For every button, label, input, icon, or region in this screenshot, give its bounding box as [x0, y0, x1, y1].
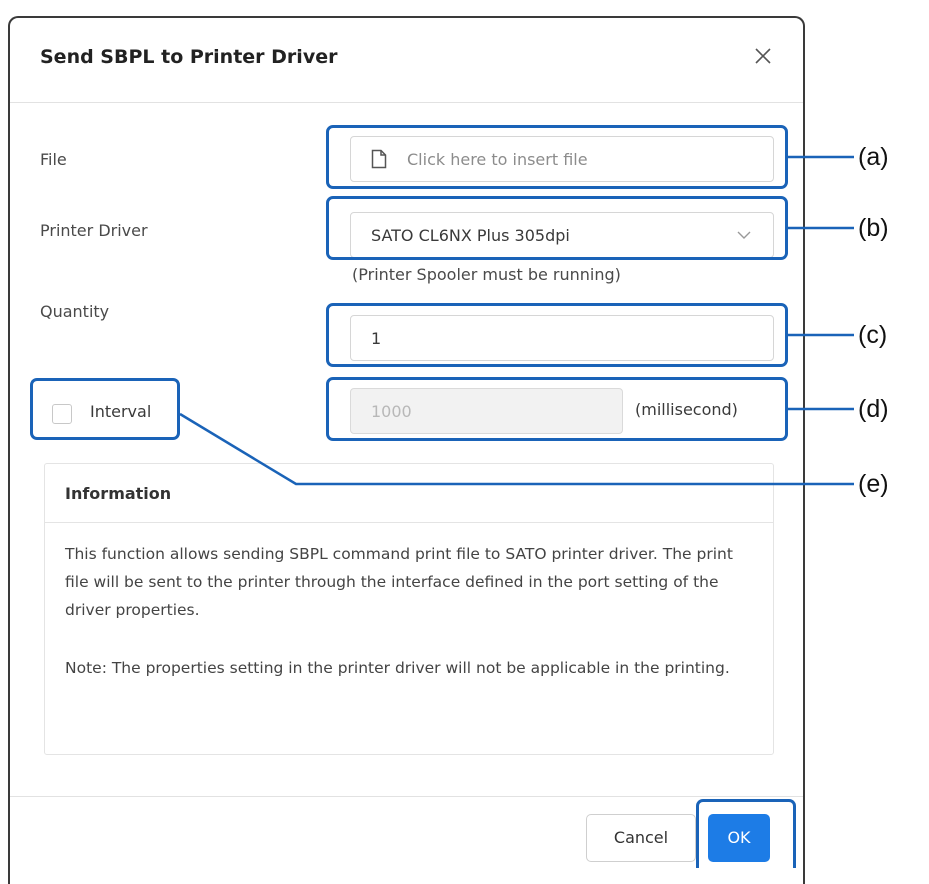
- interval-value: 1000: [371, 402, 412, 421]
- file-icon: [371, 149, 387, 169]
- chevron-down-icon: [737, 231, 751, 239]
- file-label: File: [40, 150, 67, 169]
- callout-label-d: (d): [858, 395, 889, 423]
- quantity-value: 1: [371, 329, 382, 348]
- callout-label-c: (c): [858, 321, 888, 349]
- cancel-button[interactable]: Cancel: [586, 814, 696, 862]
- interval-label: Interval: [90, 402, 152, 421]
- file-placeholder: Click here to insert file: [407, 150, 588, 169]
- information-panel: Information This function allows sending…: [44, 463, 774, 755]
- ok-button[interactable]: OK: [708, 814, 770, 862]
- callout-label-b: (b): [858, 214, 889, 242]
- printer-driver-select[interactable]: SATO CL6NX Plus 305dpi: [350, 212, 774, 258]
- information-note: Note: The properties setting in the prin…: [65, 659, 730, 677]
- quantity-label: Quantity: [40, 302, 110, 321]
- dialog-header: Send SBPL to Printer Driver: [10, 18, 803, 103]
- quantity-input[interactable]: 1: [350, 315, 774, 361]
- dialog-title: Send SBPL to Printer Driver: [40, 46, 338, 68]
- callout-label-e: (e): [858, 470, 889, 498]
- dialog-footer: Cancel OK: [10, 796, 803, 884]
- file-input[interactable]: Click here to insert file: [350, 136, 774, 182]
- printer-driver-label: Printer Driver: [40, 221, 148, 240]
- printer-driver-value: SATO CL6NX Plus 305dpi: [371, 226, 570, 245]
- printer-spooler-hint: (Printer Spooler must be running): [352, 265, 621, 284]
- interval-checkbox[interactable]: [52, 404, 72, 424]
- interval-input: 1000: [350, 388, 623, 434]
- information-text: This function allows sending SBPL comman…: [65, 545, 733, 619]
- information-title: Information: [65, 484, 172, 503]
- close-button[interactable]: [749, 42, 777, 70]
- interval-unit: (millisecond): [635, 400, 738, 419]
- send-sbpl-dialog: Send SBPL to Printer Driver File Click h…: [8, 16, 805, 884]
- information-header: Information: [45, 464, 773, 523]
- close-icon: [755, 48, 771, 64]
- callout-label-a: (a): [858, 143, 889, 171]
